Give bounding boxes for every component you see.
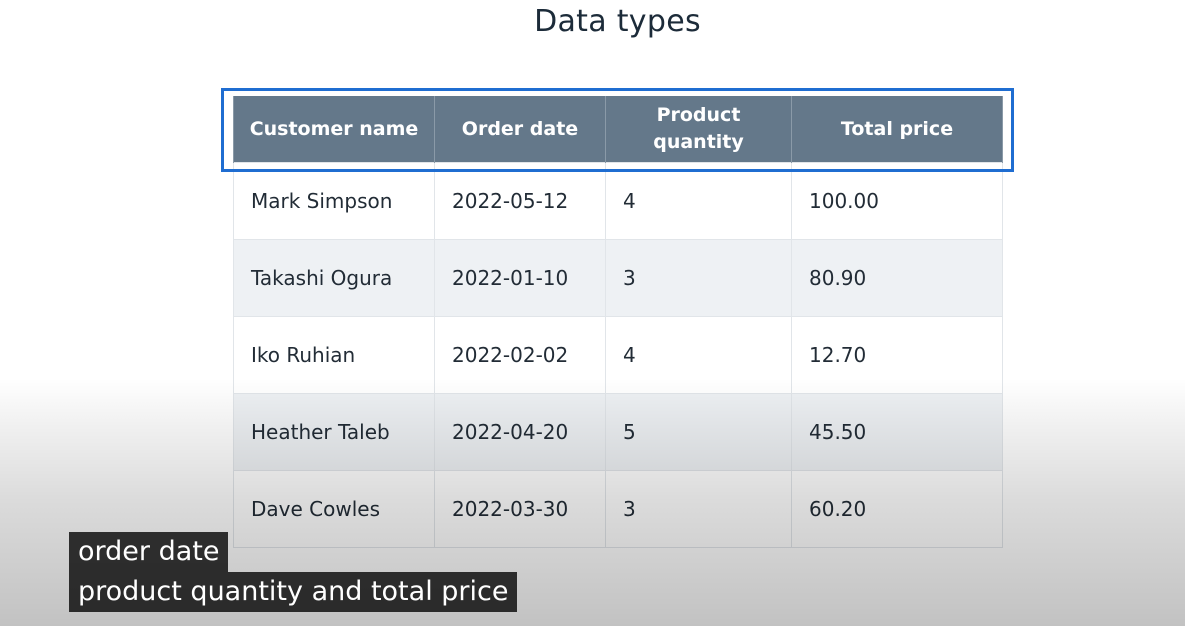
cell-total-price: 100.00	[791, 162, 1003, 240]
cell-total-price: 45.50	[791, 393, 1003, 471]
caption-overlay: order date product quantity and total pr…	[69, 532, 518, 612]
cell-total-price: 12.70	[791, 316, 1003, 394]
cell-customer-name: Heather Taleb	[233, 393, 435, 471]
cell-customer-name: Mark Simpson	[233, 162, 435, 240]
column-header-customer-name: Customer name	[233, 96, 435, 163]
column-header-order-date: Order date	[434, 96, 606, 163]
cell-product-quantity: 5	[605, 393, 792, 471]
cell-product-quantity: 3	[605, 239, 792, 317]
table-row: Heather Taleb 2022-04-20 5 45.50	[233, 393, 1003, 471]
table-row: Iko Ruhian 2022-02-02 4 12.70	[233, 316, 1003, 394]
cell-product-quantity: 3	[605, 470, 792, 548]
table-row: Mark Simpson 2022-05-12 4 100.00	[233, 162, 1003, 240]
cell-order-date: 2022-04-20	[434, 393, 606, 471]
cell-order-date: 2022-02-02	[434, 316, 606, 394]
cell-order-date: 2022-05-12	[434, 162, 606, 240]
caption-line-2: product quantity and total price	[69, 572, 518, 612]
table-header-row: Customer name Order date Product quantit…	[233, 96, 1003, 163]
cell-product-quantity: 4	[605, 316, 792, 394]
cell-total-price: 60.20	[791, 470, 1003, 548]
cell-order-date: 2022-01-10	[434, 239, 606, 317]
cell-customer-name: Iko Ruhian	[233, 316, 435, 394]
cell-customer-name: Takashi Ogura	[233, 239, 435, 317]
column-header-total-price: Total price	[791, 96, 1003, 163]
data-table: Customer name Order date Product quantit…	[233, 96, 1003, 548]
table-row: Takashi Ogura 2022-01-10 3 80.90	[233, 239, 1003, 317]
column-header-product-quantity: Product quantity	[605, 96, 792, 163]
cell-total-price: 80.90	[791, 239, 1003, 317]
slide-title: Data types	[534, 4, 701, 39]
cell-product-quantity: 4	[605, 162, 792, 240]
caption-line-1: order date	[69, 532, 229, 572]
